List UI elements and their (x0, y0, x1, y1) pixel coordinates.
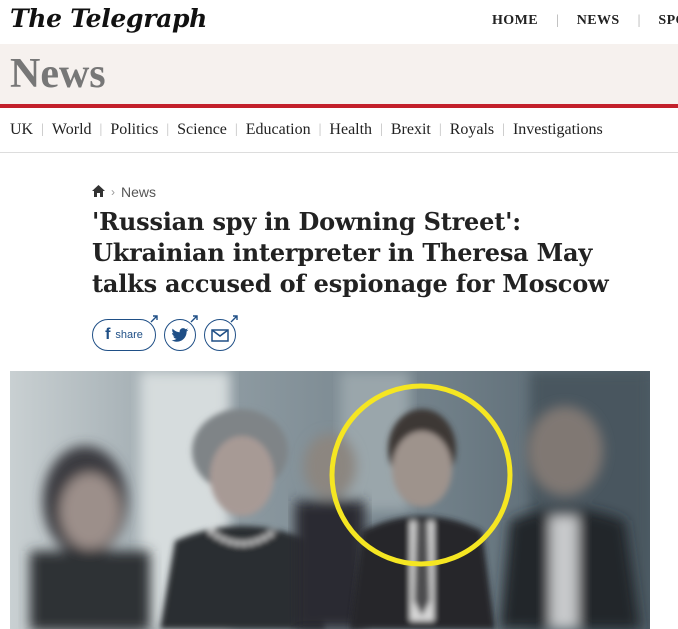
external-link-icon (190, 315, 198, 323)
chevron-right-icon: › (111, 185, 115, 199)
breadcrumb-section-link[interactable]: News (121, 184, 156, 200)
subnav-item-education[interactable]: Education (246, 121, 311, 139)
subnav-divider: | (380, 122, 383, 137)
email-share-button[interactable] (204, 315, 238, 351)
section-title[interactable]: News (10, 50, 106, 98)
subnav-divider: | (41, 122, 44, 137)
share-bar: f share (92, 315, 238, 351)
twitter-share-button[interactable] (164, 315, 198, 351)
photo-illustration (10, 371, 650, 629)
facebook-share-label: share (115, 329, 143, 341)
subnav-item-brexit[interactable]: Brexit (391, 121, 431, 139)
twitter-icon (171, 327, 189, 342)
external-link-icon (150, 315, 158, 323)
subnav-divider: | (438, 122, 442, 137)
subnav-divider: | (502, 122, 505, 137)
breadcrumb: › News (92, 184, 156, 200)
email-icon (211, 328, 229, 342)
subnav-divider: | (99, 122, 103, 137)
subnav-item-investigations[interactable]: Investigations (513, 121, 603, 139)
subnav-divider: | (318, 122, 322, 137)
subnav-item-health[interactable]: Health (329, 121, 372, 139)
subnav-item-world[interactable]: World (52, 121, 92, 139)
nav-divider: | (637, 13, 641, 28)
lead-photo (10, 371, 650, 629)
subnav-item-uk[interactable]: UK (10, 121, 33, 139)
top-nav: HOME | NEWS | SPO (492, 13, 678, 29)
telegraph-logo[interactable]: The Telegraph (10, 4, 207, 33)
facebook-share-button[interactable]: f share (92, 315, 158, 351)
home-icon[interactable] (92, 184, 105, 200)
headline-line: 'Russian spy in Downing Street': (92, 207, 521, 236)
subnav-divider: | (166, 122, 170, 137)
article-headline: 'Russian spy in Downing Street': Ukraini… (92, 206, 652, 299)
subnav-item-royals[interactable]: Royals (450, 121, 494, 139)
headline-line: talks accused of espionage for Moscow (92, 269, 609, 298)
subnav-divider: | (234, 122, 238, 137)
section-subnav: UK | World | Politics | Science | Educat… (0, 108, 678, 153)
nav-news[interactable]: NEWS (577, 13, 620, 29)
nav-divider: | (555, 13, 559, 28)
subnav-item-politics[interactable]: Politics (110, 121, 158, 139)
nav-sport[interactable]: SPO (658, 13, 678, 29)
nav-home[interactable]: HOME (492, 13, 538, 29)
external-link-icon (230, 315, 238, 323)
section-banner: News (0, 44, 678, 104)
facebook-icon: f (105, 326, 111, 343)
headline-line: Ukrainian interpreter in Theresa May (92, 238, 593, 267)
subnav-item-science[interactable]: Science (177, 121, 227, 139)
masthead: The Telegraph HOME | NEWS | SPO (0, 0, 678, 44)
